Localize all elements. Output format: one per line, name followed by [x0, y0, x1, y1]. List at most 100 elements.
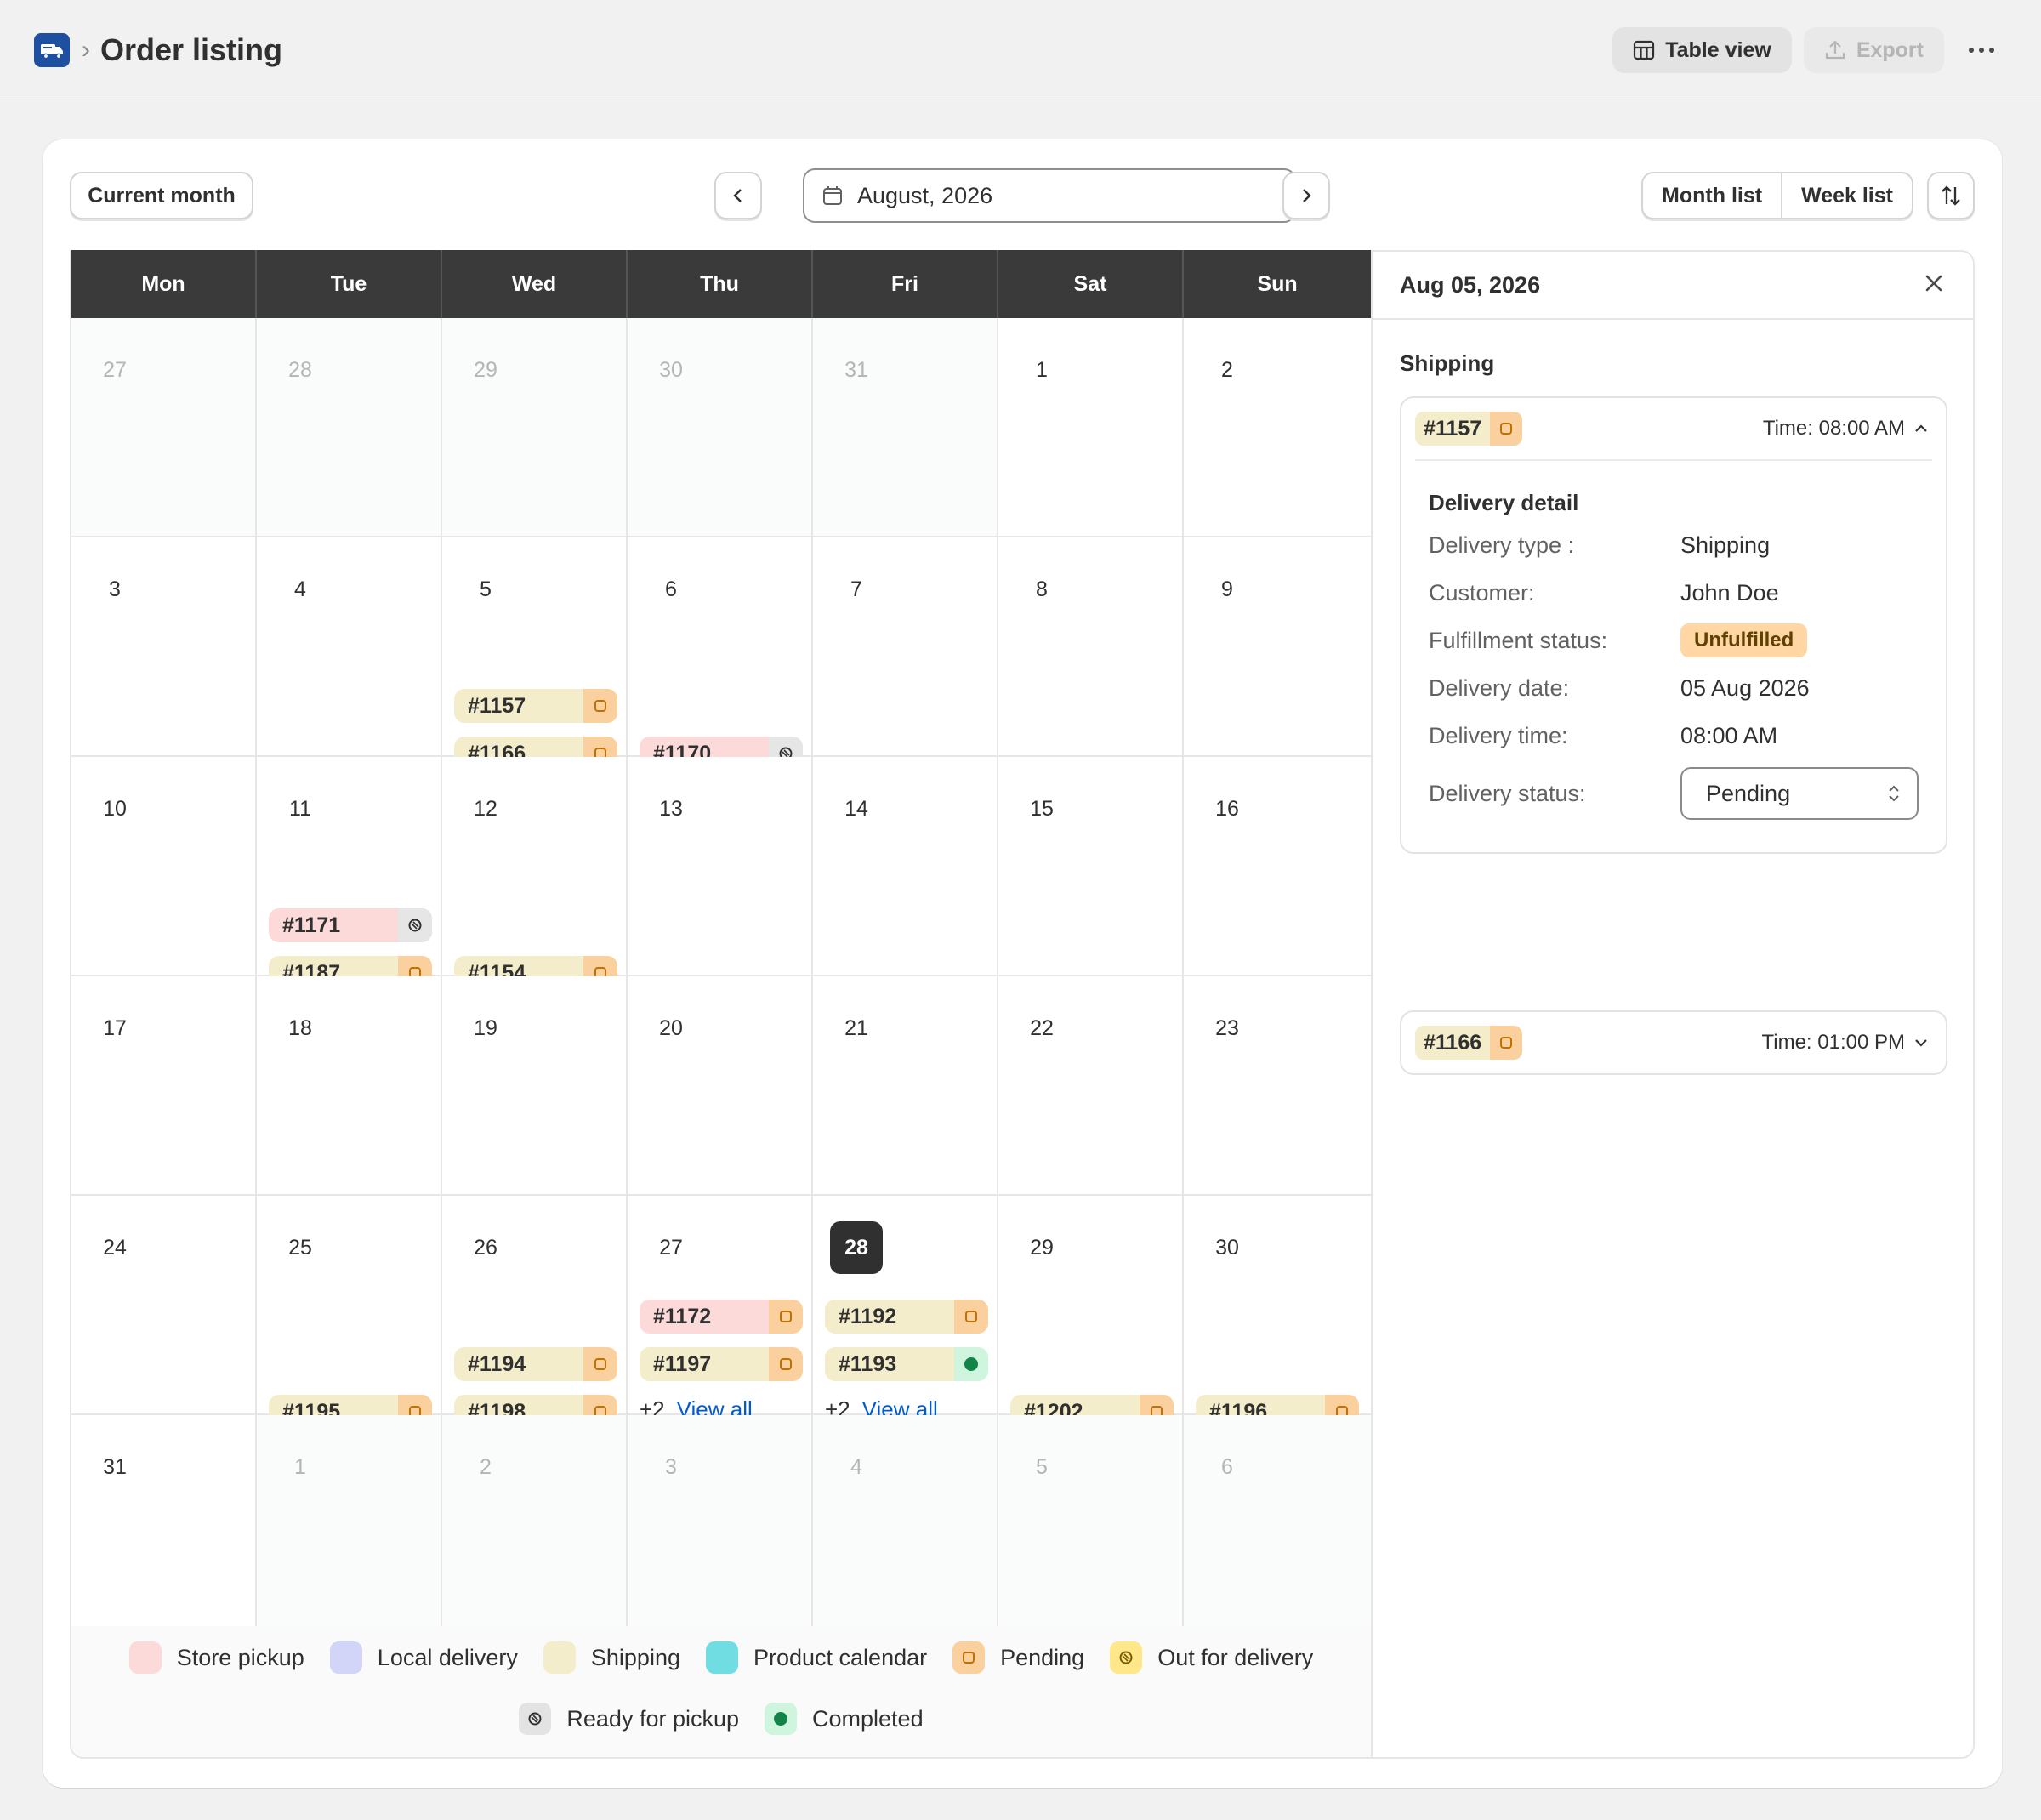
day-number: 19 [474, 1015, 497, 1040]
day-number: 3 [665, 1454, 677, 1479]
calendar-day[interactable]: 3 [71, 537, 257, 755]
calendar-day[interactable]: 11 #1171 #1187 [257, 757, 442, 990]
order-id: #1172 [653, 1304, 712, 1328]
calendar-day[interactable]: 31 [71, 1415, 257, 1633]
order-id: #1192 [839, 1304, 897, 1328]
calendar-day[interactable]: 29 #1202 [998, 1196, 1184, 1429]
delivery-time-value: 08:00 AM [1680, 722, 1778, 748]
top-bar: › Order listing Table view Export [0, 0, 2041, 100]
month-list-button[interactable]: Month list [1643, 173, 1781, 218]
month-picker-value: August, 2026 [857, 182, 993, 208]
app-logo-icon[interactable] [34, 32, 70, 67]
month-picker-field[interactable]: August, 2026 [803, 168, 1296, 223]
calendar-day[interactable]: 6 [1184, 1415, 1371, 1633]
calendar-day[interactable]: 10 [71, 757, 257, 975]
order-chip[interactable]: #1157 [454, 689, 617, 723]
export-button[interactable]: Export [1803, 27, 1944, 73]
legend-label: Completed [812, 1705, 924, 1732]
calendar-day[interactable]: 12 #1154 [442, 757, 628, 990]
breadcrumb-chevron-icon: › [82, 35, 90, 64]
legend-label: Pending [1000, 1644, 1085, 1670]
day-number: 4 [850, 1454, 862, 1479]
calendar-day[interactable]: 8 [998, 537, 1184, 755]
day-number: 31 [103, 1454, 127, 1479]
calendar-day[interactable]: 3 [628, 1415, 813, 1633]
order-detail-card: #1166 Time: 01:00 PM [1400, 1010, 1947, 1075]
calendar-day[interactable]: 2 [1184, 318, 1371, 536]
next-month-button[interactable] [1282, 172, 1330, 219]
order-card-header[interactable]: #1157 Time: 08:00 AM [1401, 398, 1946, 459]
weekday-header: Mon Tue Wed Thu Fri Sat Sun [71, 250, 1371, 318]
day-number: 13 [659, 796, 683, 821]
calendar-day[interactable]: 16 [1184, 757, 1371, 975]
delivery-date-label: Delivery date: [1429, 674, 1570, 701]
calendar-day[interactable]: 5 [998, 1415, 1184, 1633]
calendar-day[interactable]: 4 [813, 1415, 998, 1633]
order-chip[interactable]: #1172 [640, 1300, 803, 1334]
day-number: 4 [294, 577, 306, 601]
calendar-icon [823, 186, 842, 205]
calendar-card: Current month August, 2026 Month list We… [43, 139, 2002, 1788]
order-chip[interactable]: #1197 [640, 1347, 803, 1381]
calendar-day[interactable]: 9 [1184, 537, 1371, 755]
calendar-day[interactable]: 19 [442, 976, 628, 1194]
delivery-type-label: Delivery type : [1429, 532, 1575, 558]
table-view-button[interactable]: Table view [1612, 27, 1792, 73]
order-chip[interactable]: #1194 [454, 1347, 617, 1381]
calendar-day[interactable]: 26 #1194 #1198 [442, 1196, 628, 1429]
current-month-button[interactable]: Current month [70, 172, 253, 219]
order-id: #1194 [468, 1351, 526, 1376]
day-number: 10 [103, 796, 127, 821]
day-number: 27 [103, 357, 127, 382]
close-icon[interactable] [1922, 271, 1946, 299]
calendar-day[interactable]: 20 [628, 976, 813, 1194]
day-number: 22 [1030, 1015, 1054, 1040]
order-chip[interactable]: #1171 [269, 908, 432, 942]
calendar-day[interactable]: 21 [813, 976, 998, 1194]
calendar-day[interactable]: 2 [442, 1415, 628, 1633]
day-number: 3 [109, 577, 121, 601]
calendar-day[interactable]: 28 [257, 318, 442, 536]
sort-button[interactable] [1927, 172, 1975, 219]
calendar-day[interactable]: 27 [71, 318, 257, 536]
calendar-day[interactable]: 14 [813, 757, 998, 975]
day-number: 21 [844, 1015, 868, 1040]
order-chip[interactable]: #1193 [825, 1347, 988, 1381]
order-time: Time: 01:00 PM [1761, 1031, 1929, 1055]
calendar-day[interactable]: 22 [998, 976, 1184, 1194]
calendar-day[interactable]: 7 [813, 537, 998, 755]
calendar-day[interactable]: 5 #1157 #1166 [442, 537, 628, 771]
calendar-day[interactable]: 15 [998, 757, 1184, 975]
calendar-day[interactable]: 4 [257, 537, 442, 755]
calendar-day[interactable]: 25 #1195 [257, 1196, 442, 1429]
calendar-day[interactable]: 28 #1192 #1193 +2 View all [813, 1196, 998, 1422]
order-chip[interactable]: #1192 [825, 1300, 988, 1334]
calendar-day[interactable]: 18 [257, 976, 442, 1194]
delivery-status-select[interactable]: Pending [1680, 767, 1919, 820]
order-id: #1197 [653, 1351, 712, 1376]
delivery-status-label: Delivery status: [1429, 780, 1586, 806]
calendar-day[interactable]: 24 [71, 1196, 257, 1413]
calendar-day[interactable]: 13 [628, 757, 813, 975]
calendar-day[interactable]: 23 [1184, 976, 1371, 1194]
order-chip: #1166 [1415, 1026, 1523, 1060]
calendar-day[interactable]: 6 #1170 [628, 537, 813, 771]
calendar-day[interactable]: 17 [71, 976, 257, 1194]
calendar-day[interactable]: 29 [442, 318, 628, 536]
order-card-header[interactable]: #1166 Time: 01:00 PM [1401, 1012, 1946, 1073]
calendar-day[interactable]: 1 [257, 1415, 442, 1633]
pending-icon [952, 1641, 986, 1674]
calendar-day[interactable]: 31 [813, 318, 998, 536]
more-actions-icon[interactable] [1956, 27, 2007, 73]
previous-month-button[interactable] [714, 172, 762, 219]
calendar-day[interactable]: 30 [628, 318, 813, 536]
calendar-day[interactable]: 27 #1172 #1197 +2 View all [628, 1196, 813, 1422]
order-chip: #1157 [1415, 412, 1523, 446]
calendar-day[interactable]: 1 [998, 318, 1184, 536]
week-list-button[interactable]: Week list [1781, 173, 1912, 218]
calendar-day[interactable]: 30 #1196 [1184, 1196, 1371, 1429]
calendar-week: 3 4 5 #1157 #1166 6 #1170 7 8 9 [71, 537, 1371, 771]
legend: Store pickup Local delivery Shipping Pro… [71, 1626, 1371, 1757]
day-number: 23 [1215, 1015, 1239, 1040]
calendar-toolbar: Current month August, 2026 Month list We… [70, 168, 1975, 223]
